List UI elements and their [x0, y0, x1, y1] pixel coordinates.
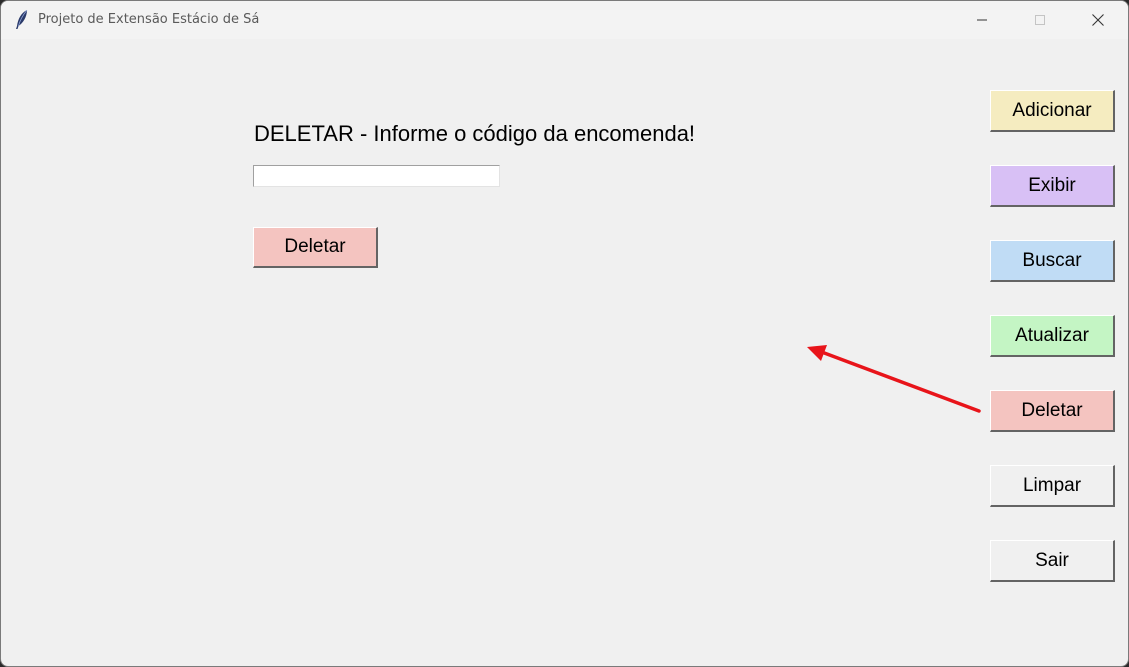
maximize-button[interactable] [1011, 1, 1069, 39]
search-button[interactable]: Buscar [990, 240, 1115, 282]
form-heading: DELETAR - Informe o código da encomenda! [254, 121, 696, 146]
delete-button[interactable]: Deletar [990, 390, 1115, 432]
close-button[interactable] [1069, 1, 1127, 39]
update-button[interactable]: Atualizar [990, 315, 1115, 357]
close-icon [1092, 14, 1104, 26]
exit-button[interactable]: Sair [990, 540, 1115, 582]
minimize-icon [977, 19, 987, 21]
clear-button[interactable]: Limpar [990, 465, 1115, 507]
window-title: Projeto de Extensão Estácio de Sá [38, 12, 260, 27]
app-window: Projeto de Extensão Estácio de Sá DELETA… [0, 0, 1129, 667]
annotation-arrow [807, 345, 981, 413]
maximize-icon [1035, 15, 1045, 25]
order-code-input[interactable] [253, 165, 500, 187]
form-delete-button[interactable]: Deletar [253, 227, 378, 268]
minimize-button[interactable] [953, 1, 1011, 39]
feather-icon [15, 9, 29, 30]
title-bar[interactable]: Projeto de Extensão Estácio de Sá [1, 1, 1128, 39]
show-button[interactable]: Exibir [990, 165, 1115, 207]
add-button[interactable]: Adicionar [990, 90, 1115, 132]
